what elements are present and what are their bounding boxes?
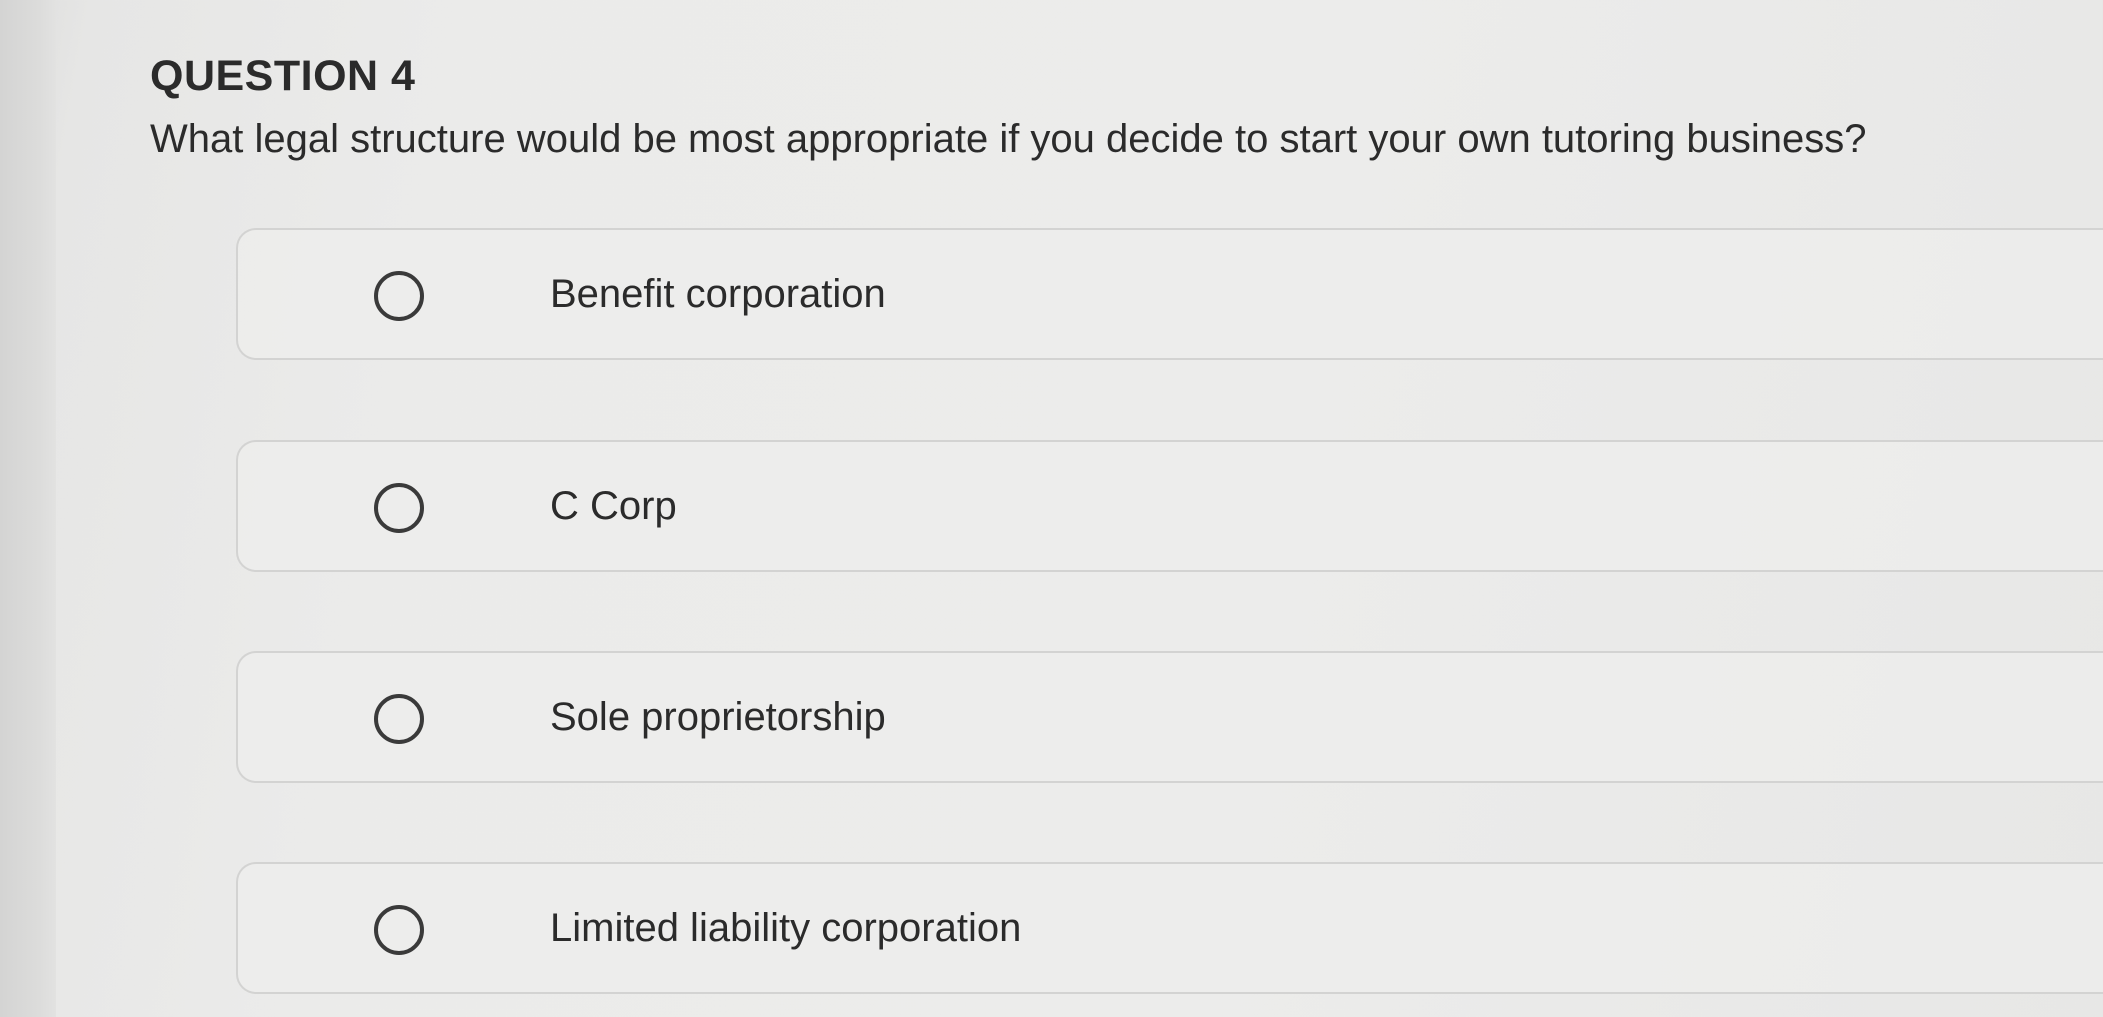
- question-prompt: What legal structure would be most appro…: [150, 117, 1867, 161]
- answer-option-limited-liability-corporation[interactable]: Limited liability corporation: [236, 862, 2103, 994]
- radio-button[interactable]: [374, 905, 424, 955]
- question-number: QUESTION 4: [150, 52, 416, 100]
- radio-button[interactable]: [374, 483, 424, 533]
- answer-option-label: Sole proprietorship: [550, 695, 886, 739]
- radio-button[interactable]: [374, 694, 424, 744]
- answer-option-label: Limited liability corporation: [550, 906, 1022, 950]
- page-edge-shadow: [0, 0, 56, 1017]
- radio-button[interactable]: [374, 271, 424, 321]
- answer-option-sole-proprietorship[interactable]: Sole proprietorship: [236, 651, 2103, 783]
- answer-option-label: Benefit corporation: [550, 272, 886, 316]
- answer-option-label: C Corp: [550, 484, 677, 528]
- answer-option-benefit-corporation[interactable]: Benefit corporation: [236, 228, 2103, 360]
- answer-option-c-corp[interactable]: C Corp: [236, 440, 2103, 572]
